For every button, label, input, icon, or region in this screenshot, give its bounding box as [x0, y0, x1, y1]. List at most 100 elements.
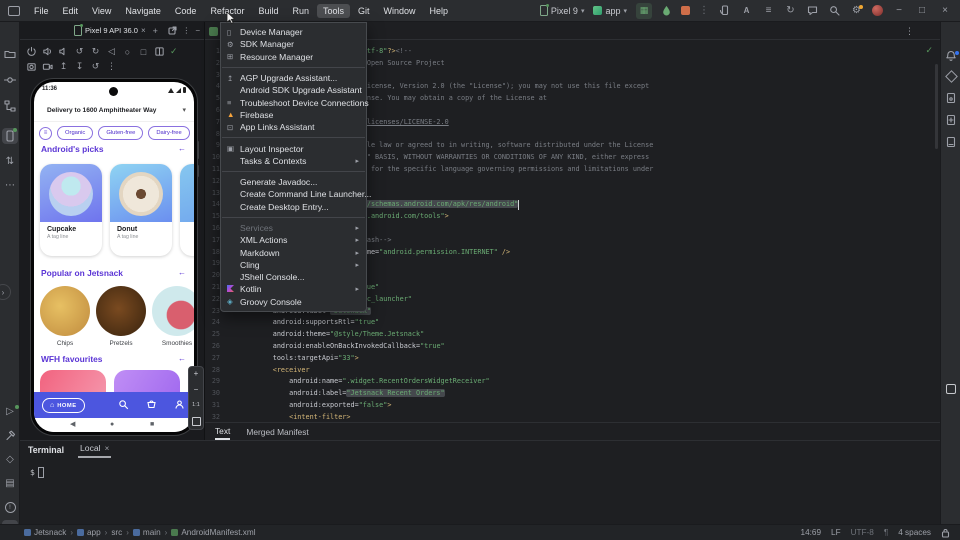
code-line[interactable]: 29 android:name=".widget.RecentOrdersWid… [205, 376, 925, 388]
logcat-icon[interactable]: ▤ [0, 478, 20, 489]
run-config-selector[interactable]: app ▾ [593, 6, 627, 16]
menu-item-agp-upgrade-assistant[interactable]: ↥AGP Upgrade Assistant... [221, 72, 366, 84]
hide-panel-icon[interactable]: − [195, 26, 200, 35]
notifications-icon[interactable] [941, 50, 960, 62]
project-icon[interactable] [0, 48, 20, 60]
filters-icon[interactable]: ≡ [39, 127, 52, 140]
editor-view-tab-merged-manifest[interactable]: Merged Manifest [246, 425, 308, 439]
fold-icon[interactable] [154, 46, 165, 57]
inspections-ok-icon[interactable]: ✓ [925, 45, 933, 56]
screenshot-icon[interactable] [26, 61, 37, 72]
breadcrumb-main[interactable]: main [133, 528, 161, 537]
menu-item-firebase[interactable]: ▲Firebase [221, 109, 366, 121]
breadcrumb-androidmanifest-xml[interactable]: AndroidManifest.xml [171, 528, 255, 537]
menu-help[interactable]: Help [424, 4, 455, 18]
pull-requests-icon[interactable]: ⇅ [0, 156, 20, 167]
breadcrumb-src[interactable]: src [111, 528, 122, 537]
close-tab-icon[interactable]: × [105, 444, 110, 453]
popular-item-pretzels[interactable]: Pretzels [96, 286, 146, 347]
close-tab-icon[interactable]: × [141, 26, 146, 35]
zoom-in-button[interactable]: + [194, 370, 199, 378]
terminal-prompt-line[interactable]: $ [30, 467, 44, 478]
menu-navigate[interactable]: Navigate [119, 4, 167, 18]
menu-edit[interactable]: Edit [57, 4, 85, 18]
maximize-icon[interactable]: □ [915, 5, 929, 16]
menu-item-kotlin[interactable]: Kotlin▸ [221, 283, 366, 295]
code-line[interactable]: 31 android:exported="false"> [205, 400, 925, 412]
problems-icon[interactable]: ! [0, 502, 20, 513]
nav-profile-icon[interactable] [174, 399, 185, 410]
add-device-icon[interactable]: + [153, 26, 158, 36]
back-icon[interactable]: ◁ [106, 46, 117, 57]
live-edit-icon[interactable] [661, 5, 672, 16]
menu-item-groovy-console[interactable]: ◈Groovy Console [221, 296, 366, 308]
device-manager-icon[interactable] [941, 92, 960, 104]
profiler-icon[interactable]: ◇ [0, 454, 20, 465]
breadcrumb-jetsnack[interactable]: Jetsnack [24, 528, 66, 537]
breadcrumb-app[interactable]: app [77, 528, 101, 537]
running-app-button[interactable]: ▦ [636, 3, 652, 19]
menu-item-layout-inspector[interactable]: ▣Layout Inspector [221, 142, 366, 154]
line-separator[interactable]: LF [831, 528, 841, 537]
overview-icon[interactable]: □ [138, 47, 149, 57]
lock-icon[interactable] [941, 528, 950, 538]
nav-search-icon[interactable] [118, 399, 129, 410]
more-emulator-icon[interactable]: ⋮ [106, 61, 117, 72]
code-line[interactable]: 28 <receiver [205, 365, 925, 377]
code-line[interactable]: 24 android:supportsRtl="true" [205, 317, 925, 329]
file-encoding[interactable]: UTF-8 [851, 528, 874, 537]
menu-item-device-manager[interactable]: ▯Device Manager [221, 26, 366, 38]
menu-item-xml-actions[interactable]: XML Actions▸ [221, 234, 366, 246]
menu-code[interactable]: Code [169, 4, 203, 18]
menu-view[interactable]: View [86, 4, 117, 18]
main-menu-icon[interactable] [8, 6, 20, 16]
zoom-fit-icon[interactable] [192, 417, 201, 426]
popular-item-smoothies[interactable]: Smoothies [152, 286, 194, 347]
rotate-left-icon[interactable]: ↺ [74, 46, 85, 57]
indent-setting[interactable]: 4 spaces [898, 528, 931, 537]
gemini-icon[interactable] [941, 72, 960, 81]
manifest-file-icon[interactable] [209, 27, 218, 36]
volume-up-icon[interactable] [42, 46, 53, 57]
android-home-icon[interactable]: ● [110, 421, 114, 429]
code-line[interactable]: 27 tools:targetApi="33"> [205, 353, 925, 365]
power-icon[interactable] [26, 46, 37, 57]
menu-file[interactable]: File [28, 4, 55, 18]
zoom-actual-button[interactable]: 1:1 [192, 401, 200, 409]
record-icon[interactable] [42, 61, 53, 72]
phone-screen[interactable]: 11:36 Delivery to 1600 Amphitheater Way … [34, 82, 194, 432]
device-explorer-icon[interactable] [941, 114, 960, 126]
filter-chip-gluten-free[interactable]: Gluten-free [98, 126, 143, 140]
menu-item-sdk-manager[interactable]: ⚙SDK Manager [221, 38, 366, 50]
menu-item-create-desktop-entry[interactable]: Create Desktop Entry... [221, 201, 366, 213]
panel-options-icon[interactable]: ⋮ [182, 26, 190, 35]
floating-panel-icon[interactable] [941, 384, 960, 394]
editor-tabs-more-icon[interactable]: ⋮ [905, 26, 914, 37]
device-selector[interactable]: Pixel 9 ▾ [540, 5, 585, 16]
more-actions-icon[interactable]: ⋮ [699, 5, 709, 16]
android-recents-icon[interactable]: ■ [150, 421, 154, 429]
menu-tools[interactable]: Tools [317, 4, 350, 18]
find-action-icon[interactable]: A [740, 4, 753, 17]
column-mode-icon[interactable]: ¶ [884, 528, 888, 537]
search-icon[interactable] [828, 4, 841, 17]
code-line[interactable]: 30 android:label="Jetsnack Recent Orders… [205, 388, 925, 400]
commit-icon[interactable] [0, 74, 20, 86]
running-devices-icon[interactable] [2, 128, 18, 144]
menu-window[interactable]: Window [378, 4, 422, 18]
android-back-icon[interactable]: ◀ [70, 421, 75, 429]
menu-item-generate-javadoc[interactable]: Generate Javadoc... [221, 176, 366, 188]
home-icon[interactable]: ○ [122, 47, 133, 57]
snack-card-cupcake[interactable]: CupcakeA tag line [40, 164, 102, 256]
run-tool-icon[interactable]: ▷ [0, 406, 20, 417]
section-arrow-icon[interactable]: ← [178, 268, 186, 277]
snapshot-icon[interactable]: ↺ [90, 61, 101, 72]
caret-position[interactable]: 14:69 [801, 528, 822, 537]
build-icon[interactable] [0, 430, 20, 441]
settings-icon[interactable]: ⚙ [850, 4, 863, 17]
menu-item-create-command-line-launcher[interactable]: Create Command Line Launcher... [221, 188, 366, 200]
delivery-selector[interactable]: Delivery to 1600 Amphitheater Way ▾ [34, 102, 194, 122]
menu-item-troubleshoot-device-connections[interactable]: ≡Troubleshoot Device Connections [221, 96, 366, 108]
sync-icon[interactable]: ↻ [784, 4, 797, 17]
device-mirror-icon[interactable] [718, 4, 731, 17]
